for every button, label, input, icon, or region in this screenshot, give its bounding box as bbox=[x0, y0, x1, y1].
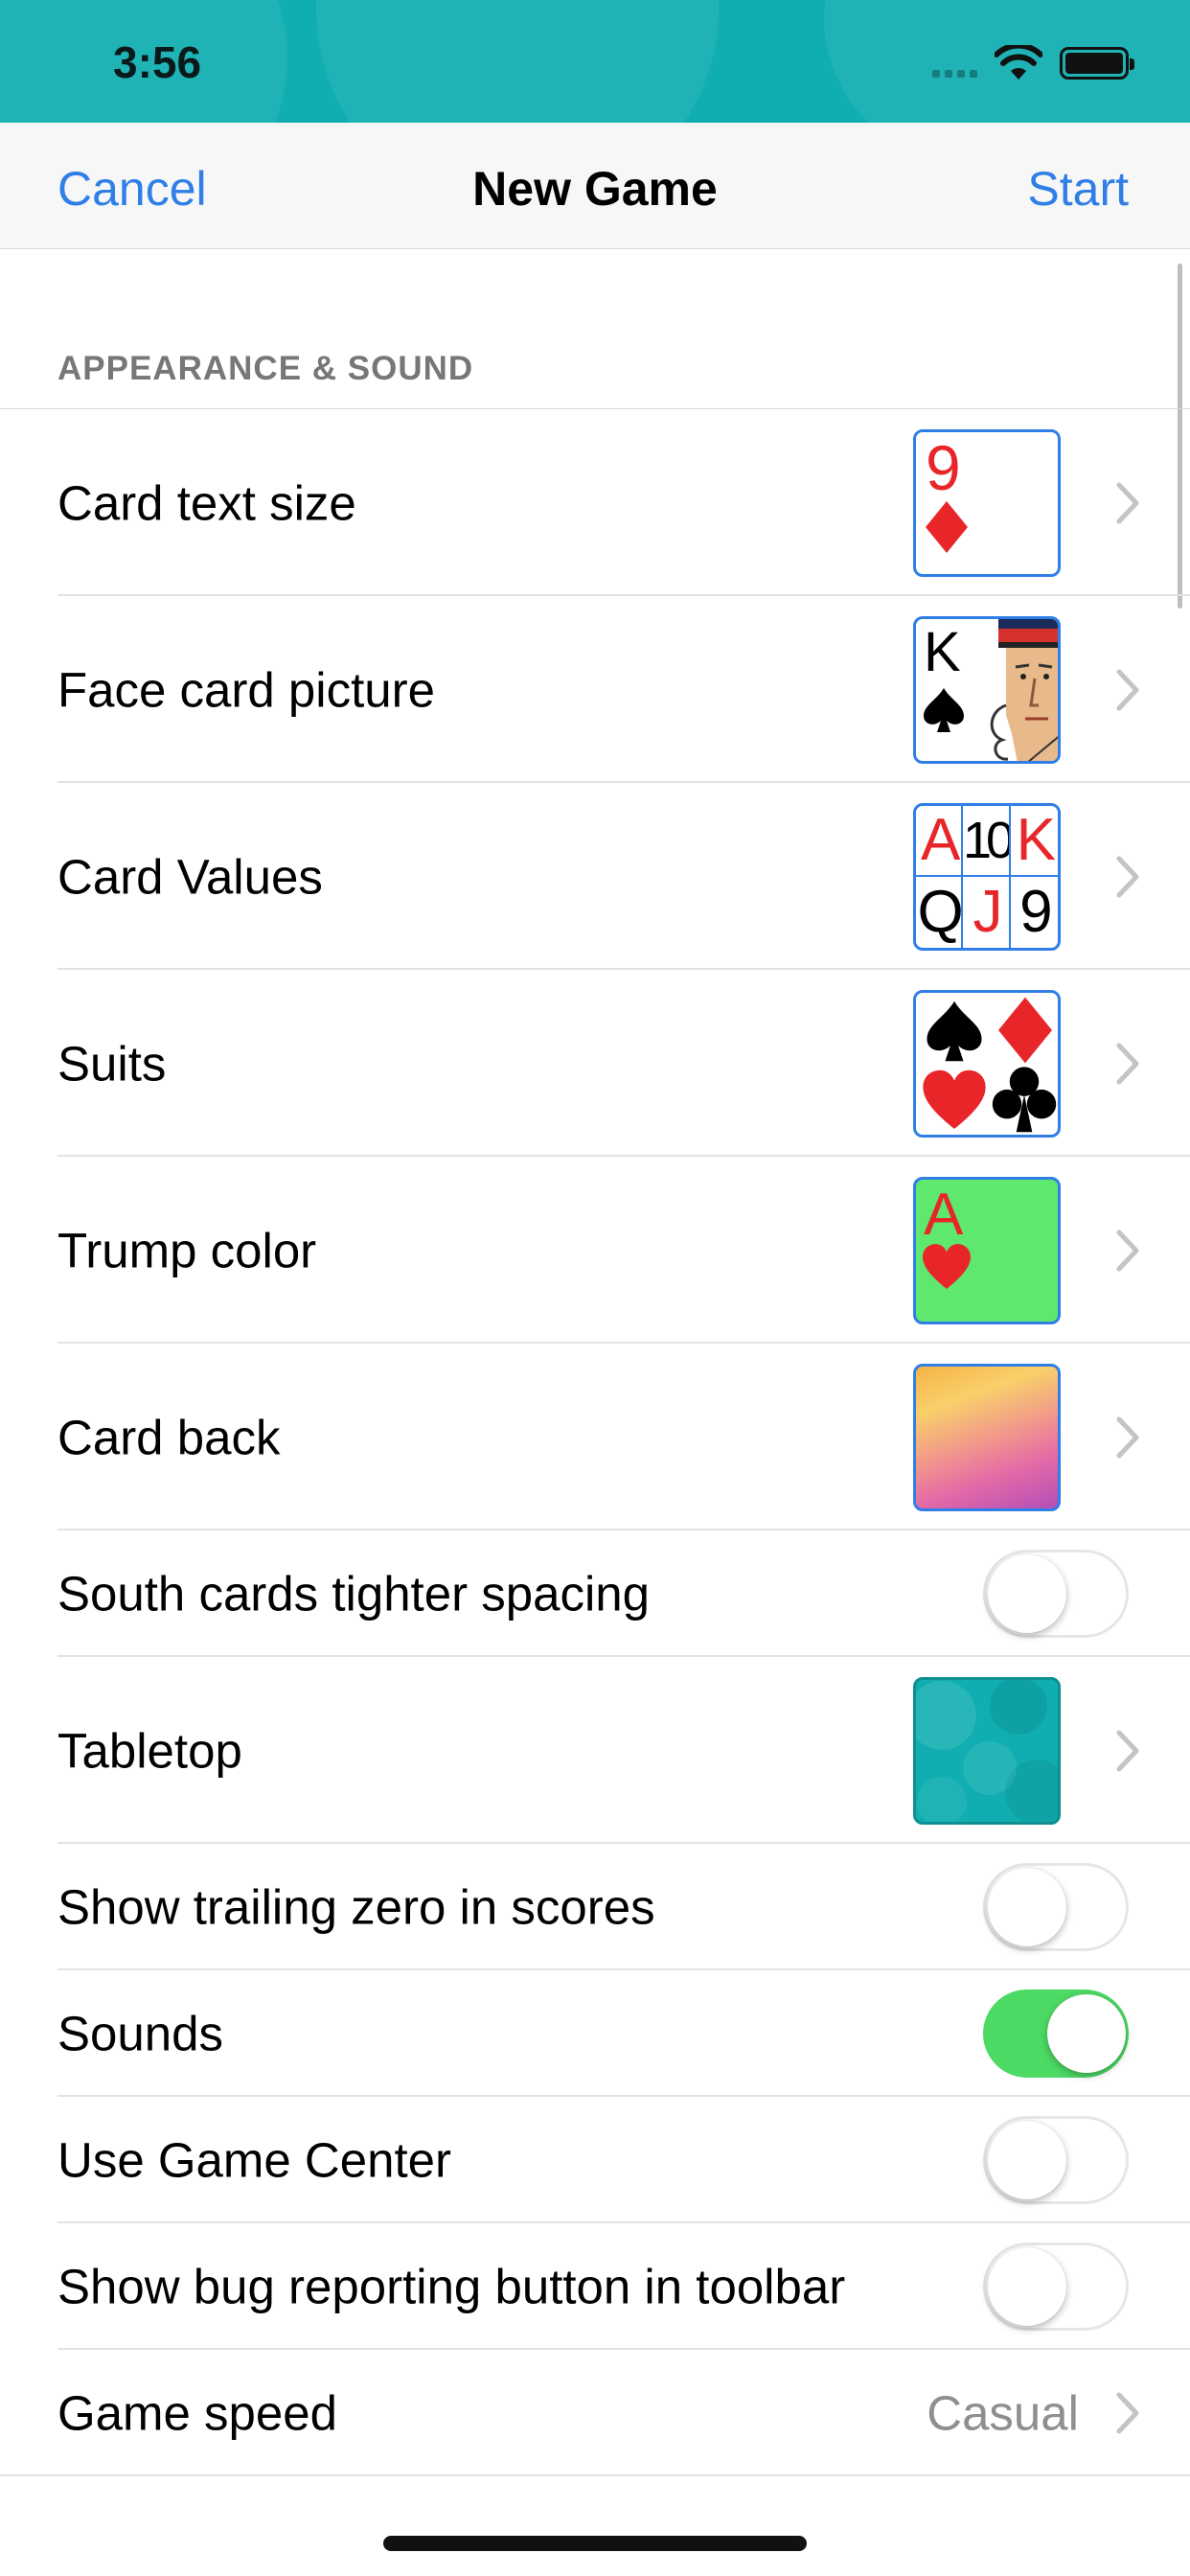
card-value-cell: J bbox=[963, 876, 1011, 948]
row-tabletop[interactable]: Tabletop bbox=[0, 1657, 1190, 1844]
chevron-right-icon bbox=[1116, 669, 1139, 710]
game-center-toggle[interactable] bbox=[983, 2116, 1129, 2204]
card-rank: 9 bbox=[926, 431, 961, 503]
battery-icon bbox=[1060, 47, 1134, 80]
row-label: Card Values bbox=[57, 849, 323, 904]
bubbles-pattern bbox=[916, 1679, 1058, 1822]
row-label: Use Game Center bbox=[57, 2132, 451, 2188]
heart-icon bbox=[923, 1070, 986, 1129]
status-time: 3:56 bbox=[113, 37, 202, 87]
home-indicator[interactable] bbox=[383, 2536, 807, 2551]
card-values-preview: A 10 K Q J 9 bbox=[913, 802, 1061, 951]
navigation-bar: Cancel New Game Start bbox=[0, 123, 1190, 249]
row-show-bug-reporting-button: Show bug reporting button in toolbar bbox=[0, 2223, 1190, 2350]
row-label: Tabletop bbox=[57, 1723, 242, 1778]
row-label: Sounds bbox=[57, 2006, 223, 2061]
row-sounds: Sounds bbox=[0, 1970, 1190, 2097]
card-value-cell: 9 bbox=[1019, 879, 1053, 945]
row-label: Card text size bbox=[57, 475, 356, 530]
card-value-cell: A bbox=[916, 805, 964, 877]
card-value-cell: K bbox=[1010, 806, 1058, 877]
spade-icon bbox=[927, 1000, 982, 1061]
card-rank: K bbox=[924, 620, 961, 683]
card-value-cell: 10 bbox=[963, 805, 1011, 877]
status-bar: 3:56 bbox=[0, 0, 1190, 123]
row-label: Suits bbox=[57, 1036, 167, 1091]
row-label: Card back bbox=[57, 1410, 281, 1464]
king-portrait-icon bbox=[990, 618, 1058, 761]
settings-list: Card text size 9 Face card picture K Car… bbox=[0, 409, 1190, 2476]
signal-icon bbox=[932, 49, 977, 78]
chevron-right-icon bbox=[1116, 482, 1139, 523]
diamond-icon bbox=[998, 997, 1052, 1063]
card-value-cell: Q bbox=[916, 876, 964, 948]
row-card-values[interactable]: Card Values A 10 K Q J 9 bbox=[0, 783, 1190, 970]
bug-reporting-toggle[interactable] bbox=[983, 2242, 1129, 2331]
row-game-speed[interactable]: Game speed Casual bbox=[0, 2350, 1190, 2476]
sounds-toggle[interactable] bbox=[983, 1990, 1129, 2078]
page-title: New Game bbox=[472, 162, 718, 216]
row-label: Show trailing zero in scores bbox=[57, 1879, 655, 1935]
heart-icon bbox=[923, 1243, 971, 1289]
card-back-preview bbox=[913, 1363, 1061, 1511]
row-label: Face card picture bbox=[57, 662, 436, 717]
card-text-size-preview: 9 bbox=[913, 428, 1061, 577]
row-south-cards-tighter-spacing: South cards tighter spacing bbox=[0, 1530, 1190, 1657]
wifi-icon bbox=[995, 45, 1042, 80]
row-label: Trump color bbox=[57, 1223, 317, 1277]
start-button[interactable]: Start bbox=[1027, 161, 1129, 217]
chevron-right-icon bbox=[1116, 1230, 1139, 1271]
diamond-icon bbox=[926, 500, 968, 553]
spade-icon bbox=[924, 687, 964, 732]
row-card-text-size[interactable]: Card text size 9 bbox=[0, 409, 1190, 596]
row-trump-color[interactable]: Trump color A bbox=[0, 1157, 1190, 1344]
row-suits[interactable]: Suits bbox=[0, 970, 1190, 1157]
game-speed-value: Casual bbox=[927, 2385, 1079, 2441]
chevron-right-icon bbox=[1116, 856, 1139, 897]
row-card-back[interactable]: Card back bbox=[0, 1344, 1190, 1530]
row-face-card-picture[interactable]: Face card picture K bbox=[0, 596, 1190, 783]
row-label: South cards tighter spacing bbox=[57, 1566, 651, 1622]
face-card-preview: K bbox=[913, 615, 1061, 764]
row-label: Game speed bbox=[57, 2385, 338, 2441]
trump-color-preview: A bbox=[913, 1176, 1061, 1324]
section-header: APPEARANCE & SOUND bbox=[57, 350, 474, 387]
row-use-game-center: Use Game Center bbox=[0, 2097, 1190, 2223]
club-icon bbox=[992, 1066, 1057, 1132]
trailing-zero-toggle[interactable] bbox=[983, 1863, 1129, 1951]
card-rank: A bbox=[924, 1181, 964, 1248]
suits-preview bbox=[913, 989, 1061, 1138]
row-show-trailing-zero: Show trailing zero in scores bbox=[0, 1844, 1190, 1970]
chevron-right-icon bbox=[1116, 1730, 1139, 1771]
tabletop-preview bbox=[913, 1676, 1061, 1825]
chevron-right-icon bbox=[1116, 1416, 1139, 1458]
chevron-right-icon bbox=[1116, 1043, 1139, 1084]
south-cards-spacing-toggle[interactable] bbox=[983, 1550, 1129, 1638]
chevron-right-icon bbox=[1116, 2392, 1139, 2434]
row-label: Show bug reporting button in toolbar bbox=[57, 2259, 846, 2314]
